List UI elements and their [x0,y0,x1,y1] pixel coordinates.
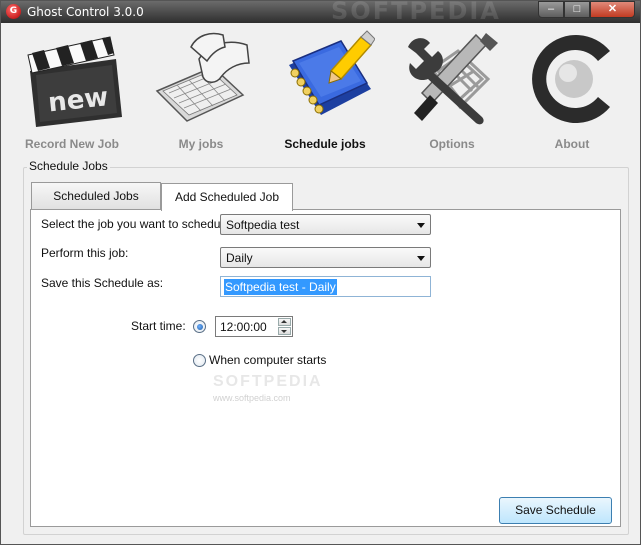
perform-dropdown[interactable]: Daily [220,247,431,268]
maximize-button[interactable]: □ [564,1,590,18]
job-dropdown-value: Softpedia test [226,218,300,232]
toolbar-options[interactable]: Options [392,27,512,151]
watermark-url: www.softpedia.com [213,393,291,403]
chevron-down-icon [417,256,425,261]
ghost-control-app-icon: G [6,4,21,19]
tools-icon [408,33,498,125]
title-bar[interactable]: G Ghost Control 3.0.0 SOFTPEDIA – □ ✕ [1,0,640,25]
center-watermark: SOFTPEDIA [213,373,323,390]
tab-add-scheduled-job[interactable]: Add Scheduled Job [161,183,293,211]
tab-scheduled-jobs[interactable]: Scheduled Jobs [31,182,161,209]
perform-dropdown-value: Daily [226,251,253,265]
chevron-down-icon [417,223,425,228]
window-title: Ghost Control 3.0.0 [27,5,144,19]
toolbar-label: Schedule jobs [284,137,366,151]
save-schedule-button[interactable]: Save Schedule [499,497,612,524]
toolbar-my-jobs[interactable]: My jobs [141,27,261,151]
clapperboard-new-icon: new [27,36,122,127]
start-time-label: Start time: [131,319,186,333]
keyboard-hands-icon [155,32,250,122]
toolbar-about[interactable]: About [512,27,632,151]
toolbar-label: About [554,137,590,151]
title-watermark: SOFTPEDIA [331,0,501,25]
save-as-label: Save this Schedule as: [41,276,164,290]
start-time-radio[interactable] [193,320,206,333]
toolbar-label: My jobs [178,137,224,151]
job-select-label: Select the job you want to schedule: [41,217,234,231]
app-window: G Ghost Control 3.0.0 SOFTPEDIA – □ ✕ ne… [0,0,641,545]
when-computer-starts-radio[interactable] [193,354,206,367]
toolbar-record-new-job[interactable]: new Record New Job [12,27,132,151]
minimize-button[interactable]: – [538,1,564,18]
spin-up-icon[interactable] [278,318,291,326]
perform-label: Perform this job: [41,246,129,260]
clapper-text: new [47,82,110,118]
group-title: Schedule Jobs [27,159,110,173]
c-logo-icon [532,35,610,124]
start-time-value: 12:00:00 [220,320,267,334]
job-dropdown[interactable]: Softpedia test [220,214,431,235]
toolbar-label: Record New Job [24,137,120,151]
start-time-picker[interactable]: 12:00:00 [215,316,293,337]
schedule-name-input[interactable]: Softpedia test - Daily [220,276,431,297]
close-button[interactable]: ✕ [590,1,635,18]
toolbar-schedule-jobs[interactable]: Schedule jobs [265,27,385,151]
toolbar-label: Options [429,137,475,151]
notebook-pencil-icon [289,30,375,115]
spin-down-icon[interactable] [278,327,291,335]
schedule-name-value: Softpedia test - Daily [224,279,337,295]
when-computer-starts-label[interactable]: When computer starts [209,353,326,367]
